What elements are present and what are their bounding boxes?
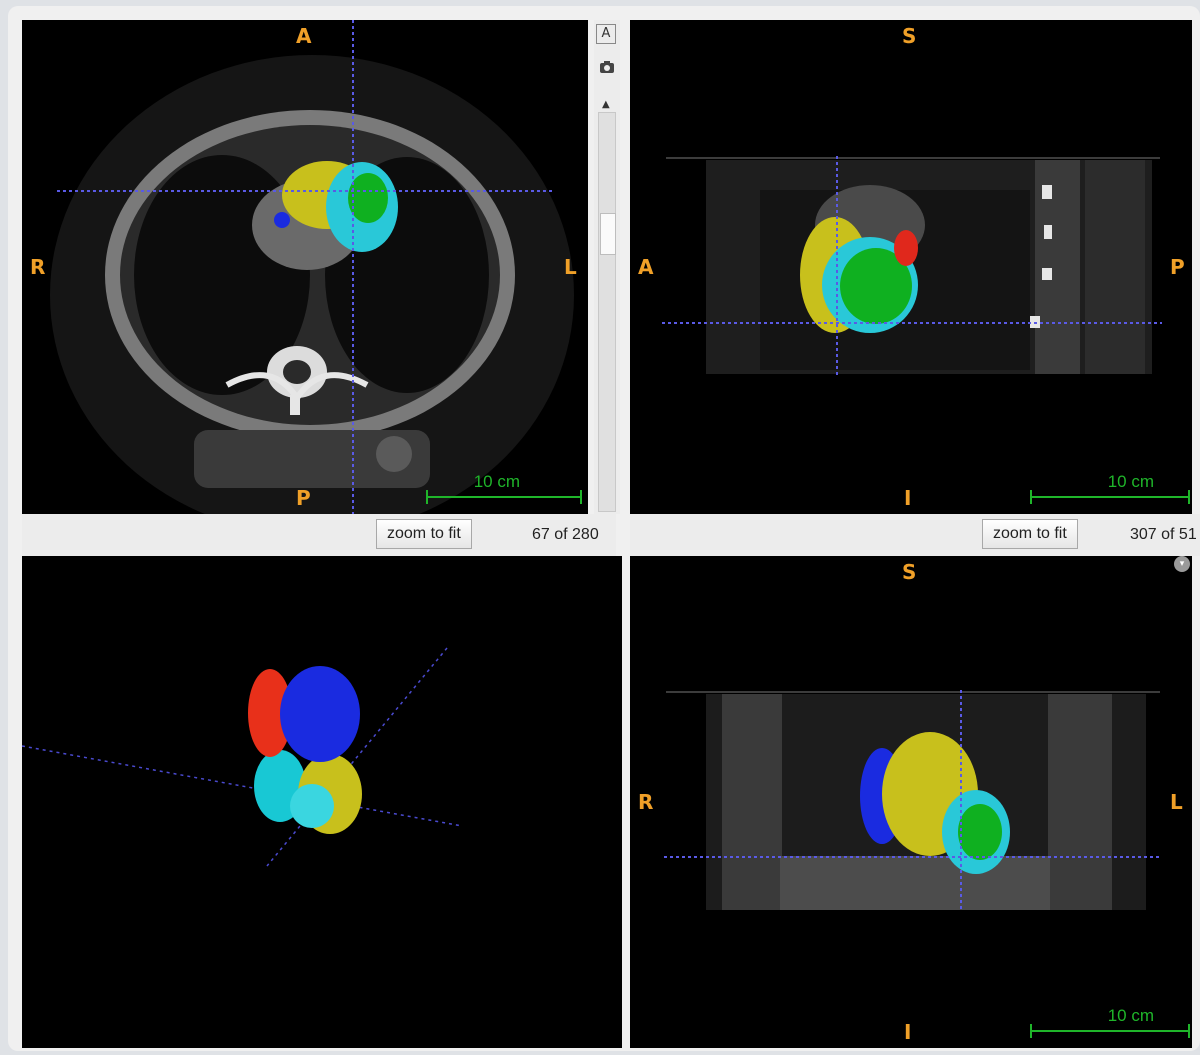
orientation-posterior: P (1170, 255, 1185, 279)
orientation-left: L (564, 255, 577, 279)
orientation-left: L (1170, 790, 1183, 814)
3d-heart-segmentation (248, 666, 362, 834)
scroll-up-icon[interactable]: ▲ (602, 99, 610, 110)
orientation-right: R (30, 255, 46, 279)
3d-heart-model[interactable] (22, 556, 622, 1048)
sagittal-view[interactable]: S I A P 10 cm (630, 20, 1192, 514)
chevron-down-icon[interactable]: ▾ (1174, 556, 1190, 572)
scale-label: 10 cm (1107, 472, 1154, 491)
axial-ct-image (50, 20, 574, 514)
sagittal-scale-bar: 10 cm (1030, 470, 1190, 506)
orientation-anterior: A (638, 255, 654, 279)
text-annotation-icon[interactable]: A (596, 24, 616, 44)
slice-indicator: 67 of 280 (532, 526, 599, 543)
coronal-view[interactable]: S I R L 10 cm (630, 556, 1192, 1048)
axial-toolbar: A ▲ ▼ (594, 20, 620, 527)
orientation-superior: S (902, 24, 917, 48)
coronal-ct-image (664, 690, 1160, 912)
sagittal-status-bar: zoom to fit 307 of 51 (630, 514, 1200, 556)
orientation-inferior: I (904, 486, 912, 510)
orientation-right: R (638, 790, 654, 814)
scale-label: 10 cm (1107, 1006, 1154, 1025)
orientation-anterior: A (296, 24, 312, 48)
scale-label: 10 cm (473, 472, 520, 491)
axial-scale-bar: 10 cm (426, 470, 582, 506)
slice-scrollbar[interactable]: ▲ ▼ (598, 99, 616, 527)
zoom-to-fit-button[interactable]: zoom to fit (376, 519, 472, 549)
scroll-thumb[interactable] (600, 213, 616, 255)
orientation-inferior: I (904, 1020, 912, 1044)
camera-icon[interactable] (596, 60, 618, 80)
zoom-to-fit-button[interactable]: zoom to fit (982, 519, 1078, 549)
3d-axis-lines (22, 647, 463, 867)
axial-view[interactable]: A P R L 10 cm (22, 20, 588, 514)
sagittal-heart-segmentation (800, 217, 918, 333)
axial-status-bar: zoom to fit 67 of 280 (22, 514, 616, 556)
coronal-scale-bar: 10 cm (1030, 1004, 1190, 1040)
3d-render-view[interactable] (22, 556, 622, 1048)
orientation-posterior: P (296, 486, 311, 510)
orientation-superior: S (902, 560, 917, 584)
sagittal-ct-image (662, 156, 1162, 376)
slice-indicator: 307 of 51 (1130, 526, 1197, 543)
